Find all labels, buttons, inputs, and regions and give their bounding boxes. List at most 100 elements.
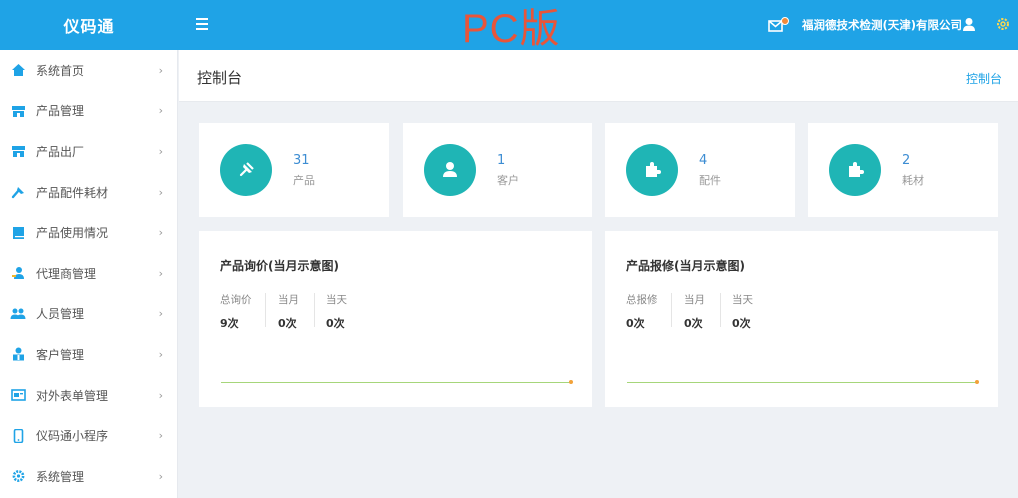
metric-label: 当月: [278, 294, 299, 306]
sidebar-item-home[interactable]: 系统首页 ›: [0, 50, 177, 91]
divider: [314, 293, 315, 327]
metric-value: 0次: [278, 317, 297, 330]
stat-label: 产品: [293, 174, 315, 187]
stat-card-products[interactable]: 31 产品: [199, 123, 389, 217]
stat-card-consumables[interactable]: 2 耗材: [808, 123, 998, 217]
sidebar-item-label: 系统首页: [36, 63, 85, 78]
sidebar-item-agents[interactable]: 代理商管理 ›: [0, 253, 177, 294]
stat-label: 配件: [699, 174, 721, 187]
divider: [265, 293, 266, 327]
sidebar-item-staff[interactable]: 人员管理 ›: [0, 294, 177, 335]
agent-icon: [10, 265, 26, 281]
metric-value: 9次: [220, 317, 239, 330]
metric-label: 当月: [684, 294, 705, 306]
stat-label: 耗材: [902, 174, 924, 187]
sidebar-item-system-settings[interactable]: 系统管理 ›: [0, 456, 177, 497]
sidebar-item-product-management[interactable]: 产品管理 ›: [0, 91, 177, 132]
divider: [671, 293, 672, 327]
page-title: 控制台: [197, 69, 243, 87]
repair-panel: 产品报修(当月示意图) 总报修 0次 当月 0次 当天 0次: [605, 231, 998, 407]
trend-line: [627, 382, 977, 383]
sidebar-item-label: 代理商管理: [36, 266, 97, 281]
metric-value: 0次: [626, 317, 645, 330]
company-name[interactable]: 福润德技术检测(天津)有限公司: [802, 0, 962, 50]
customer-icon: [10, 346, 26, 362]
chevron-right-icon: ›: [158, 469, 163, 483]
pin-icon: [220, 144, 272, 196]
phone-icon: [10, 428, 26, 444]
wrench-icon: [10, 184, 26, 200]
page-header: 控制台 控制台: [179, 50, 1018, 102]
chevron-right-icon: ›: [158, 347, 163, 361]
chevron-right-icon: ›: [158, 144, 163, 158]
sidebar-item-label: 系统管理: [36, 469, 85, 484]
home-icon: [10, 62, 26, 78]
metric-label: 当天: [326, 294, 347, 306]
chevron-right-icon: ›: [158, 104, 163, 118]
sidebar-item-label: 对外表单管理: [36, 388, 109, 403]
chevron-right-icon: ›: [158, 388, 163, 402]
trend-point: [975, 380, 979, 384]
chevron-right-icon: ›: [158, 429, 163, 443]
sidebar-item-label: 产品配件耗材: [36, 185, 109, 200]
panel-title: 产品询价(当月示意图): [220, 259, 339, 273]
sidebar-item-label: 人员管理: [36, 307, 85, 322]
top-bar: 仪码通 PC版 福润德技术检测(天津)有限公司: [0, 0, 1018, 51]
stat-value: 1: [497, 153, 506, 168]
stat-value: 31: [293, 153, 310, 168]
stat-card-customers[interactable]: 1 客户: [403, 123, 592, 217]
trend-line: [221, 382, 571, 383]
form-icon: [10, 387, 26, 403]
metric-label: 总报修: [626, 294, 658, 306]
panel-title: 产品报修(当月示意图): [626, 259, 745, 273]
sidebar-item-label: 产品管理: [36, 104, 85, 119]
users-icon: [10, 306, 26, 322]
store-icon: [10, 143, 26, 159]
sidebar-item-label: 仪码通小程序: [36, 429, 109, 444]
metric-value: 0次: [732, 317, 751, 330]
sidebar-item-parts-consumables[interactable]: 产品配件耗材 ›: [0, 172, 177, 213]
metric-month: 当月 0次: [684, 292, 705, 331]
store-icon: [10, 103, 26, 119]
metric-value: 0次: [684, 317, 703, 330]
stat-card-parts[interactable]: 4 配件: [605, 123, 795, 217]
trend-point: [569, 380, 573, 384]
user-icon[interactable]: [962, 17, 976, 32]
metric-label: 总询价: [220, 294, 252, 306]
menu-toggle-icon[interactable]: [196, 18, 208, 30]
stat-value: 4: [699, 153, 708, 168]
sidebar: 系统首页 › 产品管理 › 产品出厂 › 产品配件耗材 › 产品使用情况 › 代…: [0, 50, 178, 498]
chevron-right-icon: ›: [158, 185, 163, 199]
puzzle-icon: [829, 144, 881, 196]
sidebar-item-product-usage[interactable]: 产品使用情况 ›: [0, 212, 177, 253]
mail-icon[interactable]: [768, 16, 790, 34]
puzzle-icon: [626, 144, 678, 196]
metric-month: 当月 0次: [278, 292, 299, 331]
inquiry-panel: 产品询价(当月示意图) 总询价 9次 当月 0次 当天 0次: [199, 231, 592, 407]
sidebar-item-mini-program[interactable]: 仪码通小程序 ›: [0, 415, 177, 456]
settings-gear-icon[interactable]: [995, 16, 1011, 32]
chevron-right-icon: ›: [158, 266, 163, 280]
sidebar-item-product-shipping[interactable]: 产品出厂 ›: [0, 131, 177, 172]
chevron-right-icon: ›: [158, 307, 163, 321]
gear-icon: [10, 468, 26, 484]
sidebar-item-label: 产品出厂: [36, 144, 85, 159]
pc-version-banner: PC版: [462, 7, 561, 51]
sidebar-item-label: 产品使用情况: [36, 226, 109, 241]
user-icon: [424, 144, 476, 196]
metric-value: 0次: [326, 317, 345, 330]
sidebar-item-customers[interactable]: 客户管理 ›: [0, 334, 177, 375]
metric-today: 当天 0次: [732, 292, 753, 331]
chevron-right-icon: ›: [158, 63, 163, 77]
metric-label: 当天: [732, 294, 753, 306]
sidebar-item-label: 客户管理: [36, 347, 85, 362]
metric-today: 当天 0次: [326, 292, 347, 331]
chevron-right-icon: ›: [158, 226, 163, 240]
stat-value: 2: [902, 153, 911, 168]
metric-total: 总询价 9次: [220, 292, 252, 331]
app-title[interactable]: 仪码通: [0, 0, 178, 50]
breadcrumb[interactable]: 控制台: [966, 70, 1002, 87]
metric-total: 总报修 0次: [626, 292, 658, 331]
sidebar-item-external-forms[interactable]: 对外表单管理 ›: [0, 375, 177, 416]
stat-label: 客户: [497, 174, 519, 187]
